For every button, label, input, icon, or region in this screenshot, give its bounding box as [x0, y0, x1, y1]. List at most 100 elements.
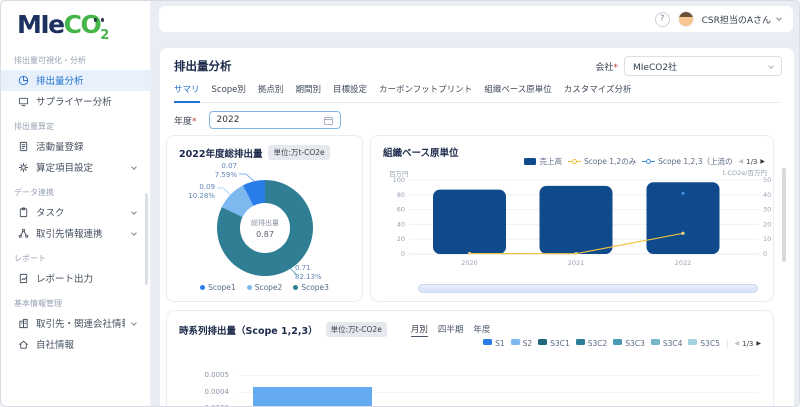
legend-label: S3C4: [662, 339, 683, 348]
sidebar-section-label: 排出量可視化・分析: [14, 55, 86, 65]
donut-slice-label: 0.07 7.59%: [197, 162, 237, 181]
legend-swatch: [650, 339, 660, 345]
monitor-icon: [18, 96, 29, 107]
legend-item[interactable]: S3C1: [538, 339, 570, 348]
report-icon: [18, 273, 29, 284]
legend-label: S1: [495, 339, 505, 348]
tab[interactable]: 目標設定: [333, 83, 367, 102]
legend-separator: |: [725, 339, 729, 348]
sidebar-item-label: タスク: [36, 208, 65, 220]
sidebar-item-label: 算定項目設定: [36, 163, 94, 175]
sidebar-item[interactable]: サプライヤー分析: [1, 91, 150, 112]
pagination-next-icon[interactable]: ▶: [756, 340, 761, 347]
period-option[interactable]: 月別: [410, 323, 428, 337]
tab[interactable]: 組織ベース原単位: [484, 83, 552, 102]
svg-text:2022: 2022: [675, 259, 692, 267]
legend-swatch: [538, 339, 548, 345]
legend-swatch: [200, 285, 206, 290]
help-button[interactable]: ?: [654, 11, 670, 27]
logo-eye-icon: [94, 18, 97, 22]
sidebar-item-label: 取引先・関連会社情報: [36, 319, 125, 331]
period-option[interactable]: 四半期: [438, 323, 464, 337]
legend-swatch: [688, 339, 698, 345]
avatar[interactable]: [677, 11, 694, 27]
svg-text:40: 40: [397, 220, 405, 228]
donut-legend: Scope1 Scope2 Scope3: [167, 283, 362, 292]
year-label: 年度*: [174, 116, 197, 127]
legend-item[interactable]: S3C3: [613, 339, 645, 348]
svg-text:2020: 2020: [461, 259, 478, 267]
sidebar-section-label: 基本情報管理: [14, 298, 62, 308]
svg-text:20: 20: [397, 235, 405, 243]
horizontal-scrollbar[interactable]: [418, 284, 758, 293]
legend-item[interactable]: S3C2: [575, 339, 607, 348]
sidebar-item-label: レポート出力: [36, 274, 94, 286]
legend-item[interactable]: S3C5: [688, 339, 720, 348]
sidebar-item[interactable]: 取引先・関連会社情報: [1, 313, 150, 334]
sidebar-item[interactable]: 活動量登録: [1, 136, 150, 157]
calendar-icon: [323, 116, 333, 125]
legend-item[interactable]: Scope2: [246, 283, 283, 292]
legend-item[interactable]: S2: [510, 339, 532, 348]
legend-item[interactable]: S3C4: [650, 339, 683, 348]
donut-slice-value: 0.07: [221, 162, 237, 170]
pagination-prev-icon[interactable]: ◀: [734, 340, 739, 347]
timeseries-bar[interactable]: [253, 386, 372, 406]
sidebar-item[interactable]: 排出量分析: [1, 69, 150, 91]
donut-slice-percent: 82.13%: [295, 273, 322, 282]
sidebar-item[interactable]: 取引先情報連携: [1, 223, 150, 244]
main-panel: 排出量分析 会社* MIeCO2社 サマリ Scope別 拠点別 期間別 目標設定 カーボ…: [159, 47, 795, 406]
legend-item[interactable]: Scope1: [200, 283, 236, 292]
donut-center-label: 総排出量: [251, 218, 279, 227]
card-title: 2022年度総排出量: [179, 148, 263, 160]
timeseries-legend: S1 S2 S3C1 S3C2 S3C3 S3C4 S3C5 | ◀ 1/3 ▶: [483, 339, 761, 348]
sidebar-item[interactable]: レポート出力: [1, 268, 150, 289]
y-axis-tick: 0.0004: [204, 388, 230, 396]
app-logo: MIeCO2: [1, 1, 150, 46]
svg-text:20: 20: [763, 220, 771, 228]
chevron-down-icon[interactable]: [776, 15, 782, 21]
document-icon: [18, 141, 29, 152]
sidebar-scrollbar[interactable]: [145, 193, 148, 285]
unit-badge: 単位:万t-CO2e: [268, 145, 330, 160]
company-select[interactable]: MIeCO2社: [624, 56, 782, 76]
tab[interactable]: カスタマイズ分析: [564, 83, 632, 102]
donut-center-value: 0.87: [256, 229, 274, 239]
org-bar-line-chart[interactable]: 100806040200504030201002020 2021 2022: [371, 136, 775, 303]
logo-subscript: 2: [100, 28, 109, 43]
page-title: 排出量分析: [174, 59, 232, 73]
donut-slice-percent: 10.28%: [188, 192, 215, 201]
legend-item[interactable]: S1: [483, 339, 505, 348]
app-window: MIeCO2 排出量可視化・分析 排出量分析 サプライヤー分析 排出量算定 活動量登録算…: [0, 0, 800, 407]
year-input[interactable]: 2022: [208, 111, 341, 129]
tab[interactable]: 期間別: [295, 83, 321, 102]
legend-label: Scope2: [254, 283, 283, 292]
logo-eye-icon: [101, 18, 104, 22]
chevron-down-icon: [131, 164, 137, 170]
legend-item[interactable]: Scope3: [293, 283, 329, 292]
legend-label: S3C3: [625, 339, 645, 348]
tab[interactable]: カーボンフットプリント: [379, 83, 472, 102]
svg-text:30: 30: [763, 206, 771, 214]
svg-text:80: 80: [397, 191, 405, 199]
share-icon: [18, 228, 29, 239]
building-icon: [18, 318, 29, 329]
sidebar-item-label: サプライヤー分析: [36, 97, 112, 109]
period-option[interactable]: 年度: [473, 323, 490, 337]
donut-slice-label: 0.71 82.13%: [295, 264, 347, 283]
svg-text:60: 60: [397, 206, 405, 214]
svg-text:0: 0: [401, 250, 405, 258]
tab[interactable]: 拠点別: [258, 83, 284, 102]
pie-chart-icon: [18, 75, 29, 86]
tab[interactable]: サマリ: [174, 83, 200, 103]
donut-slice-percent: 7.59%: [214, 171, 237, 180]
sidebar-item[interactable]: 自社情報: [1, 334, 150, 355]
vertical-scrollbar[interactable]: [782, 168, 786, 262]
pagination-value: 1/3: [742, 339, 754, 348]
unit-badge: 単位:万t-CO2e: [325, 322, 387, 337]
tab[interactable]: Scope別: [212, 83, 246, 102]
legend-swatch: [613, 339, 623, 345]
logo-text: MIe: [17, 10, 65, 39]
sidebar-item[interactable]: タスク: [1, 202, 150, 223]
sidebar-item[interactable]: 算定項目設定: [1, 157, 150, 178]
